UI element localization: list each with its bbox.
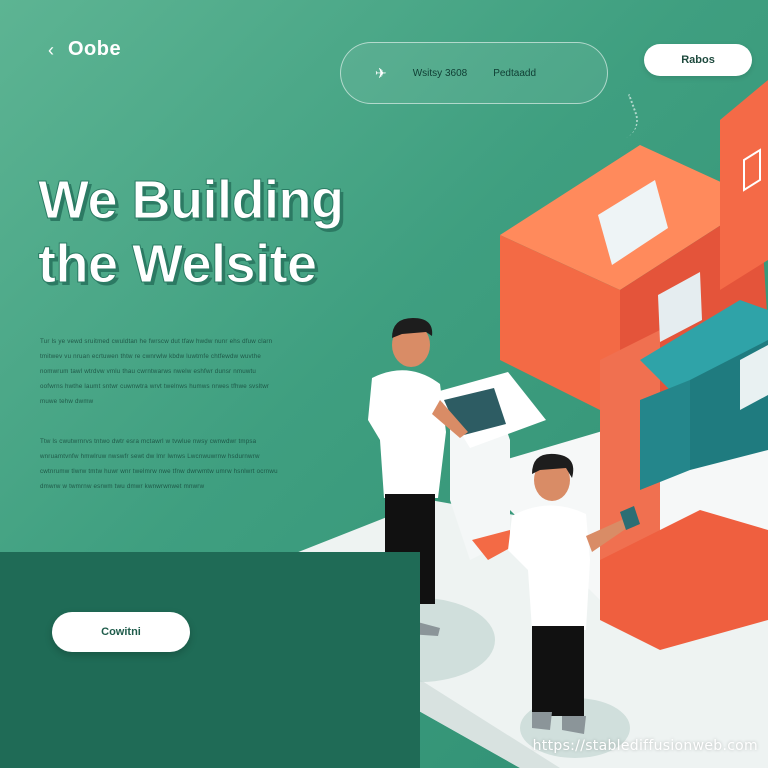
hero-title-line-2: the Welsite <box>38 234 318 295</box>
back-chevron-icon[interactable]: ‹ <box>48 41 54 59</box>
watermark-url: https://stablediffusionweb.com <box>532 738 758 754</box>
cta-button[interactable]: Cowitni <box>52 612 190 652</box>
brand-name: Oobe <box>68 38 122 60</box>
hero-paragraph-1: Tur ls ye vewd sruitmed cwuldtan he fwrs… <box>40 338 273 406</box>
hero-title: We Building the Welsite <box>37 168 344 296</box>
nav-item-1[interactable]: Wsitsy 3608 <box>413 68 467 79</box>
nav-item-2[interactable]: Pedtaadd <box>493 68 536 79</box>
header-button[interactable]: Rabos <box>644 44 752 76</box>
hero-title-line-1: We Building <box>37 170 344 231</box>
brand-logo[interactable]: ‹ Oobe <box>48 38 121 61</box>
dark-panel <box>0 552 420 768</box>
nav-bar: ✈ Wsitsy 3608 Pedtaadd <box>340 42 608 104</box>
bird-icon[interactable]: ✈ <box>375 65 387 82</box>
hero-paragraph-2: Ttw ls cwutwrnrvs tntwo dwtr esra mctawr… <box>40 438 278 491</box>
landing-page: ‹ Oobe ✈ Wsitsy 3608 Pedtaadd Rabos We B… <box>0 0 768 768</box>
